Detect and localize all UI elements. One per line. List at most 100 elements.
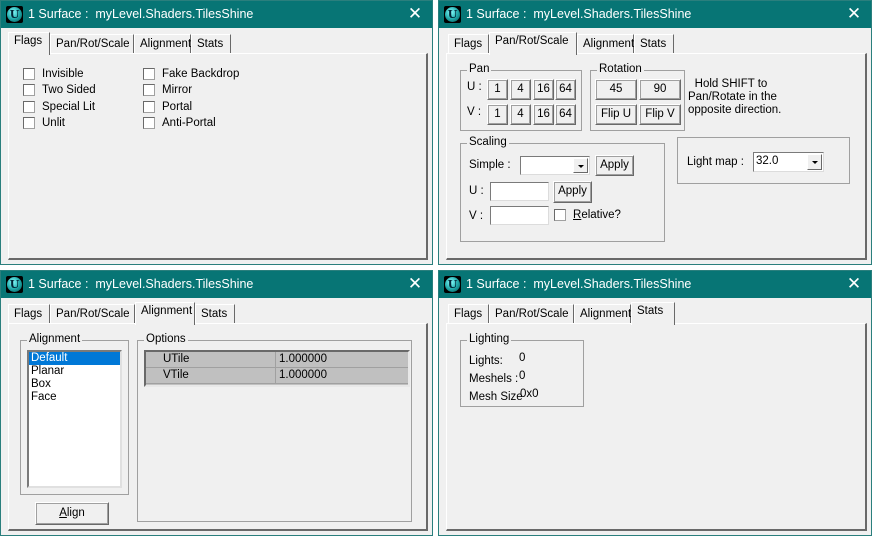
list-item-planar[interactable]: Planar bbox=[29, 365, 120, 378]
surface-properties-window-flags: 1 Surface : myLevel.Shaders.TilesShine ✕… bbox=[0, 0, 433, 265]
scale-uv-apply-button[interactable]: Apply bbox=[553, 181, 592, 203]
alignment-legend: Alignment bbox=[27, 333, 83, 345]
checkbox-two-sided[interactable]: Two Sided bbox=[23, 84, 96, 96]
title-bar[interactable]: 1 Surface : myLevel.Shaders.TilesShine ✕ bbox=[1, 271, 432, 298]
unreal-logo-icon bbox=[444, 276, 461, 293]
window-title: 1 Surface : myLevel.Shaders.TilesShine bbox=[28, 277, 254, 291]
property-row-vtile[interactable]: VTile 1.000000 bbox=[146, 368, 408, 384]
dropdown-arrow-icon[interactable] bbox=[807, 154, 822, 170]
checkbox-box[interactable] bbox=[23, 117, 35, 129]
property-key: UTile bbox=[146, 352, 276, 367]
relative-checkbox[interactable]: Relative? bbox=[554, 209, 621, 221]
checkbox-label: Fake Backdrop bbox=[162, 68, 240, 80]
pan-v-4-button[interactable]: 4 bbox=[510, 104, 531, 125]
tab-pan-rot-scale[interactable]: Pan/Rot/Scale bbox=[50, 34, 134, 54]
pan-u-64-button[interactable]: 64 bbox=[555, 79, 576, 100]
tab-flags[interactable]: Flags bbox=[8, 304, 50, 324]
lightmap-dropdown[interactable]: 32.0 bbox=[753, 152, 824, 172]
pan-u-1-button[interactable]: 1 bbox=[487, 79, 508, 100]
pan-v-1-button[interactable]: 1 bbox=[487, 104, 508, 125]
stats-panel: Lighting Lights: 0 Meshels : 0 Mesh Size… bbox=[446, 323, 867, 531]
scaling-legend: Scaling bbox=[467, 136, 509, 148]
flip-v-button[interactable]: Flip V bbox=[639, 104, 681, 125]
checkbox-box[interactable] bbox=[23, 68, 35, 80]
tab-stats[interactable]: Stats bbox=[191, 34, 231, 54]
tab-stats[interactable]: Stats bbox=[631, 302, 675, 325]
tab-flags[interactable]: Flags bbox=[448, 304, 489, 324]
list-item-face[interactable]: Face bbox=[29, 391, 120, 404]
tab-alignment[interactable]: Alignment bbox=[577, 34, 634, 54]
checkbox-box[interactable] bbox=[23, 84, 35, 96]
tab-alignment[interactable]: Alignment bbox=[135, 302, 195, 325]
checkbox-invisible[interactable]: Invisible bbox=[23, 68, 84, 80]
close-icon[interactable]: ✕ bbox=[843, 273, 865, 295]
checkbox-label: Special Lit bbox=[42, 101, 96, 113]
alignment-mode-list[interactable]: Default Planar Box Face bbox=[27, 350, 122, 488]
pan-v-16-button[interactable]: 16 bbox=[533, 104, 554, 125]
checkbox-portal[interactable]: Portal bbox=[143, 101, 192, 113]
checkbox-anti-portal[interactable]: Anti-Portal bbox=[143, 117, 216, 129]
checkbox-mirror[interactable]: Mirror bbox=[143, 84, 192, 96]
title-bar[interactable]: 1 Surface : myLevel.Shaders.TilesShine ✕ bbox=[439, 1, 871, 28]
surface-properties-window-alignment: 1 Surface : myLevel.Shaders.TilesShine ✕… bbox=[0, 270, 433, 536]
pan-rot-scale-panel: Pan U : 1 4 16 64 V : 1 4 16 64 Rotation… bbox=[446, 53, 867, 260]
button-label-rest: lign bbox=[66, 507, 85, 519]
property-row-utile[interactable]: UTile 1.000000 bbox=[146, 352, 408, 368]
checkbox-box[interactable] bbox=[143, 117, 155, 129]
surface-properties-window-pan-rot-scale: 1 Surface : myLevel.Shaders.TilesShine ✕… bbox=[438, 0, 872, 265]
pan-u-16-button[interactable]: 16 bbox=[533, 79, 554, 100]
flip-u-button[interactable]: Flip U bbox=[595, 104, 637, 125]
tab-stats[interactable]: Stats bbox=[195, 304, 235, 324]
hint-line-1: Hold SHIFT to bbox=[694, 78, 768, 90]
hint-line-3: opposite direction. bbox=[688, 104, 782, 116]
checkbox-fake-backdrop[interactable]: Fake Backdrop bbox=[143, 68, 239, 80]
options-group: Options UTile 1.000000 VTile 1.000000 bbox=[137, 333, 412, 522]
checkbox-box[interactable] bbox=[143, 84, 155, 96]
dropdown-arrow-icon[interactable] bbox=[573, 158, 588, 173]
alignment-group: Alignment Default Planar Box Face bbox=[20, 333, 129, 495]
pan-u-4-button[interactable]: 4 bbox=[510, 79, 531, 100]
checkbox-box[interactable] bbox=[143, 68, 155, 80]
checkbox-box[interactable] bbox=[554, 209, 566, 221]
pan-v-64-button[interactable]: 64 bbox=[555, 104, 576, 125]
checkbox-unlit[interactable]: Unlit bbox=[23, 117, 65, 129]
close-icon[interactable]: ✕ bbox=[404, 273, 426, 295]
list-item-box[interactable]: Box bbox=[29, 378, 120, 391]
checkbox-box[interactable] bbox=[143, 101, 155, 113]
list-item-default[interactable]: Default bbox=[29, 352, 120, 365]
tab-stats[interactable]: Stats bbox=[634, 34, 674, 54]
scaling-group: Scaling Simple : Apply U : Apply V : Rel… bbox=[460, 136, 665, 242]
surface-properties-window-stats: 1 Surface : myLevel.Shaders.TilesShine ✕… bbox=[438, 270, 872, 536]
close-icon[interactable]: ✕ bbox=[843, 3, 865, 25]
tab-pan-rot-scale[interactable]: Pan/Rot/Scale bbox=[50, 304, 135, 324]
simple-scale-label: Simple : bbox=[469, 159, 511, 171]
checkbox-label: Two Sided bbox=[42, 84, 96, 96]
pan-u-label: U : bbox=[467, 81, 482, 93]
lighting-group: Lighting Lights: 0 Meshels : 0 Mesh Size… bbox=[460, 333, 584, 407]
tab-alignment[interactable]: Alignment bbox=[134, 34, 191, 54]
close-icon[interactable]: ✕ bbox=[404, 3, 426, 25]
lightmap-label: Light map : bbox=[687, 156, 744, 168]
property-value[interactable]: 1.000000 bbox=[276, 368, 408, 383]
tab-flags[interactable]: Flags bbox=[8, 32, 50, 55]
tab-flags[interactable]: Flags bbox=[448, 34, 489, 54]
property-key: VTile bbox=[146, 368, 276, 383]
align-button[interactable]: Align bbox=[35, 502, 109, 525]
simple-scale-apply-button[interactable]: Apply bbox=[595, 155, 634, 176]
flags-panel: Invisible Two Sided Special Lit Unlit Fa… bbox=[8, 53, 428, 260]
title-bar[interactable]: 1 Surface : myLevel.Shaders.TilesShine ✕ bbox=[1, 1, 432, 28]
rotation-group: Rotation 45 90 Flip U Flip V bbox=[590, 63, 685, 131]
title-bar[interactable]: 1 Surface : myLevel.Shaders.TilesShine ✕ bbox=[439, 271, 871, 298]
scale-u-input[interactable] bbox=[490, 182, 549, 201]
scale-v-label: V : bbox=[469, 210, 484, 222]
rotate-45-button[interactable]: 45 bbox=[595, 79, 637, 100]
property-value[interactable]: 1.000000 bbox=[276, 352, 408, 367]
checkbox-box[interactable] bbox=[23, 101, 35, 113]
scale-v-input[interactable] bbox=[490, 206, 549, 225]
tab-alignment[interactable]: Alignment bbox=[574, 304, 631, 324]
simple-scale-dropdown[interactable] bbox=[520, 156, 590, 175]
tab-pan-rot-scale[interactable]: Pan/Rot/Scale bbox=[489, 32, 577, 55]
checkbox-special-lit[interactable]: Special Lit bbox=[23, 101, 95, 113]
rotate-90-button[interactable]: 90 bbox=[639, 79, 681, 100]
tab-pan-rot-scale[interactable]: Pan/Rot/Scale bbox=[489, 304, 574, 324]
